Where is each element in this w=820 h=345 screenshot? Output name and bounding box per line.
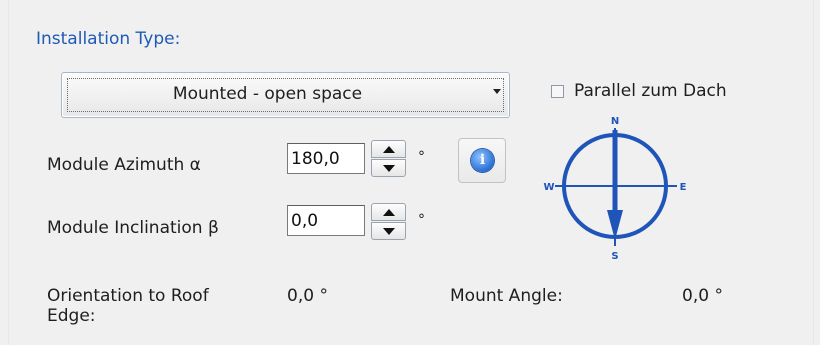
section-title: Installation Type:	[36, 29, 181, 49]
azimuth-input[interactable]	[287, 143, 365, 174]
info-icon: i	[471, 149, 494, 172]
orientation-label-line1: Orientation to Roof	[47, 286, 209, 306]
installation-panel: Installation Type: Mounted - open space …	[8, 0, 814, 345]
info-button[interactable]: i	[458, 138, 506, 183]
inclination-decrement-button[interactable]	[371, 222, 406, 240]
compass-south-label: S	[611, 251, 618, 262]
arrow-down-icon	[383, 228, 395, 235]
azimuth-decrement-button[interactable]	[371, 159, 406, 177]
parallel-roof-label: Parallel zum Dach	[574, 81, 727, 101]
inclination-spinner[interactable]	[371, 203, 406, 240]
mount-angle-label: Mount Angle:	[450, 286, 563, 306]
orientation-label: Orientation to Roof Edge:	[47, 286, 209, 326]
azimuth-unit: °	[418, 149, 425, 165]
inclination-input[interactable]	[287, 205, 365, 236]
compass-north-label: N	[611, 116, 619, 127]
parallel-roof-checkbox[interactable]	[551, 84, 564, 98]
mount-angle-value: 0,0 °	[682, 286, 723, 306]
chevron-down-icon[interactable]	[493, 89, 501, 94]
orientation-label-line2: Edge:	[47, 306, 96, 326]
compass-west-label: W	[543, 182, 554, 193]
compass-east-label: E	[680, 182, 687, 193]
azimuth-increment-button[interactable]	[371, 140, 406, 158]
orientation-value: 0,0 °	[287, 286, 328, 306]
azimuth-label: Module Azimuth α	[47, 155, 201, 175]
compass-diagram: N S W E	[543, 116, 687, 262]
arrow-up-icon	[383, 146, 395, 153]
azimuth-spinner[interactable]	[371, 140, 406, 177]
parallel-roof-option[interactable]: Parallel zum Dach	[551, 81, 727, 101]
arrow-up-icon	[383, 209, 395, 216]
inclination-label: Module Inclination β	[47, 218, 219, 238]
inclination-unit: °	[418, 212, 425, 228]
inclination-increment-button[interactable]	[371, 203, 406, 221]
installation-type-dropdown[interactable]: Mounted - open space	[61, 72, 510, 118]
arrow-down-icon	[383, 165, 395, 172]
dropdown-selected-value: Mounted - open space	[172, 84, 363, 104]
